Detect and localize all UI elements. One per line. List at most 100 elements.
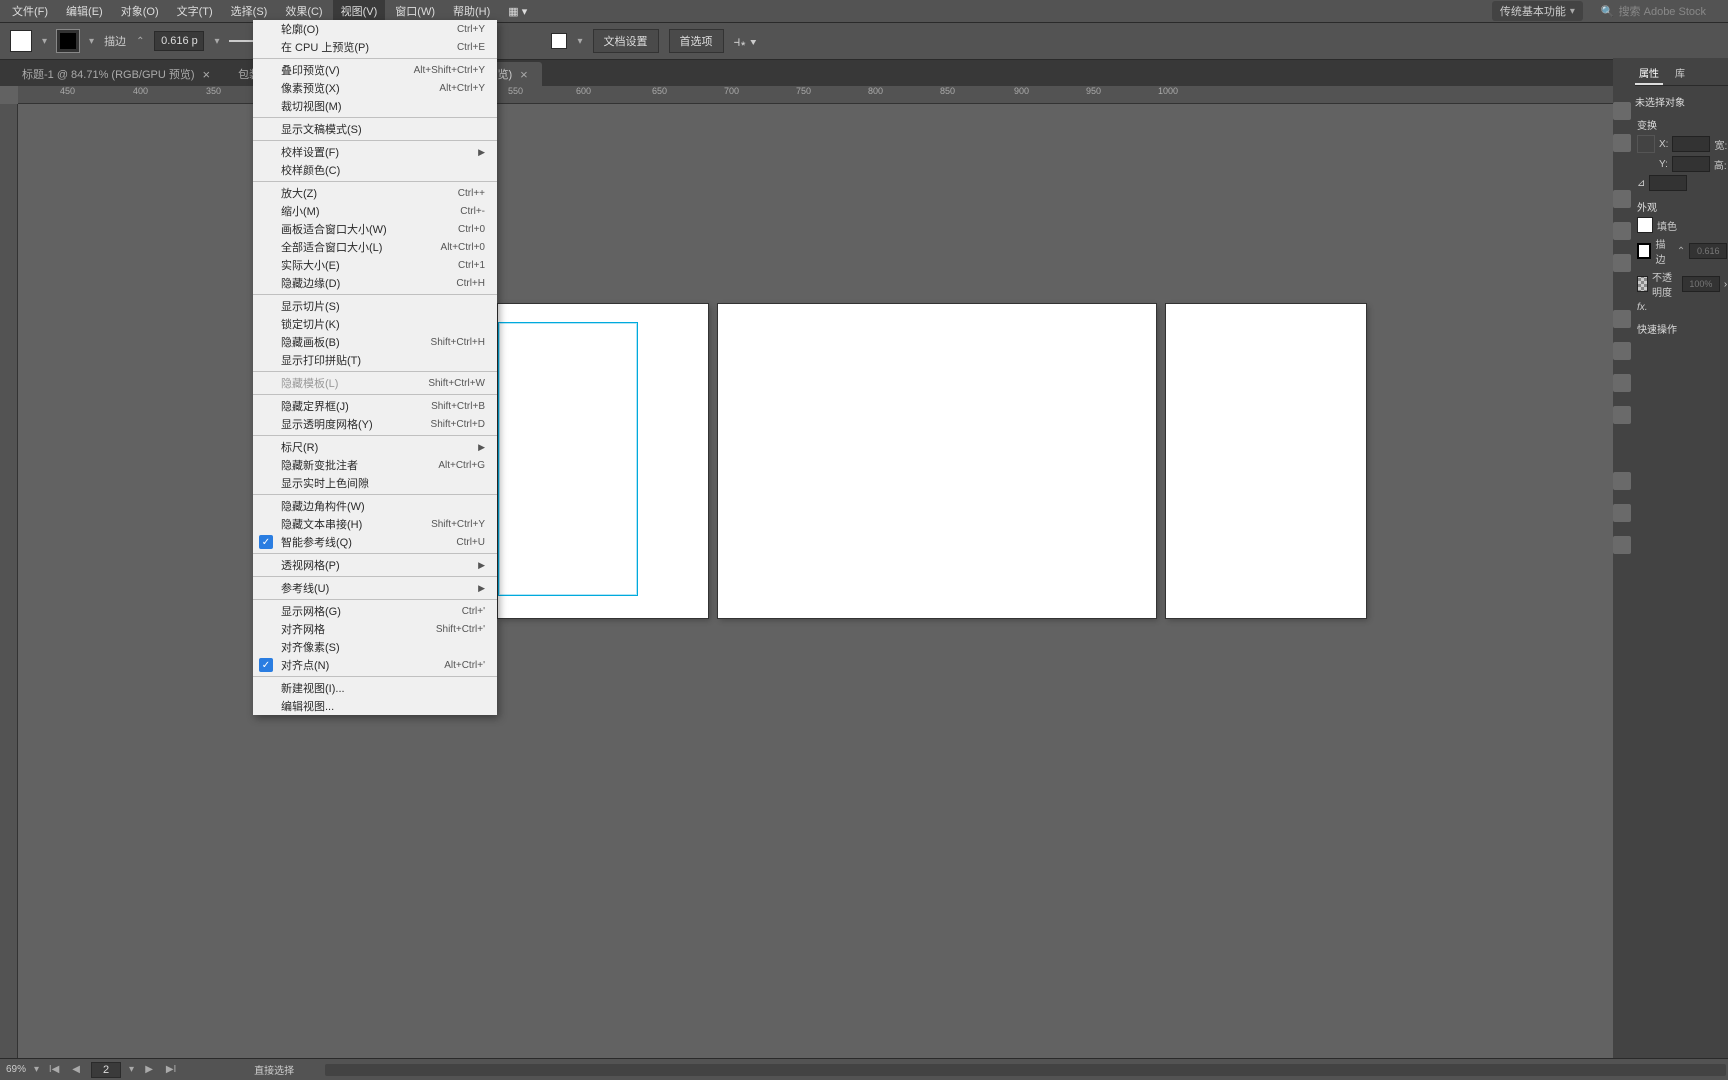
view-menu-item[interactable]: 编辑视图... xyxy=(253,697,497,715)
prev-artboard-button[interactable]: ◀ xyxy=(69,1064,83,1075)
fill-swatch[interactable] xyxy=(10,30,32,52)
fill-label: 填色 xyxy=(1657,218,1677,233)
reference-point-icon[interactable] xyxy=(1637,135,1655,153)
dock-icon-strip xyxy=(1613,58,1631,1058)
close-icon[interactable]: × xyxy=(520,67,528,82)
view-menu-item[interactable]: 参考线(U)▶ xyxy=(253,579,497,597)
view-menu-item[interactable]: 显示透明度网格(Y)Shift+Ctrl+D xyxy=(253,415,497,433)
view-menu-item[interactable]: 在 CPU 上预览(P)Ctrl+E xyxy=(253,38,497,56)
view-menu-item[interactable]: 隐藏模板(L)Shift+Ctrl+W xyxy=(253,374,497,392)
doc-setup-button[interactable]: 文档设置 xyxy=(593,29,659,53)
last-artboard-button[interactable]: ▶I xyxy=(164,1064,178,1075)
artboards-panel-icon[interactable] xyxy=(1613,536,1631,554)
x-input[interactable] xyxy=(1672,136,1710,152)
menu-select[interactable]: 选择(S) xyxy=(223,0,276,22)
tab-properties[interactable]: 属性 xyxy=(1635,62,1663,85)
selection-box[interactable] xyxy=(498,322,638,596)
appearance-panel-icon[interactable] xyxy=(1613,342,1631,360)
status-bar: 69%▾ I◀ ◀ ▾ ▶ ▶I 直接选择 ◀ xyxy=(0,1058,1728,1080)
stock-search[interactable]: 🔍 搜索 Adobe Stock xyxy=(1593,1,1714,21)
view-menu-item[interactable]: 透视网格(P)▶ xyxy=(253,556,497,574)
color-panel-icon[interactable] xyxy=(1613,102,1631,120)
view-menu-item[interactable]: 校样设置(F)▶ xyxy=(253,143,497,161)
fill-mini-swatch[interactable] xyxy=(1637,217,1653,233)
view-menu-item[interactable]: 显示打印拼贴(T) xyxy=(253,351,497,369)
align-icon[interactable]: ⫞⁎ ▾ xyxy=(734,33,757,50)
stroke-weight-input[interactable] xyxy=(154,31,204,51)
view-menu-item[interactable]: 显示切片(S) xyxy=(253,297,497,315)
view-menu-item[interactable]: 隐藏画板(B)Shift+Ctrl+H xyxy=(253,333,497,351)
view-menu-item[interactable]: 新建视图(I)... xyxy=(253,679,497,697)
zoom-level[interactable]: 69% xyxy=(6,1064,26,1075)
workspace-switcher[interactable]: 传统基本功能 ▾ xyxy=(1492,1,1583,21)
view-menu-item[interactable]: 隐藏文本串接(H)Shift+Ctrl+Y xyxy=(253,515,497,533)
view-menu-item[interactable]: 缩小(M)Ctrl+- xyxy=(253,202,497,220)
stroke-mini-swatch[interactable] xyxy=(1637,243,1651,259)
angle-input[interactable] xyxy=(1649,175,1687,191)
tab-libraries[interactable]: 库 xyxy=(1671,62,1689,85)
view-menu-item[interactable]: 放大(Z)Ctrl++ xyxy=(253,184,497,202)
graphic-styles-panel-icon[interactable] xyxy=(1613,374,1631,392)
view-menu-item[interactable]: 实际大小(E)Ctrl+1 xyxy=(253,256,497,274)
stroke-panel-icon[interactable] xyxy=(1613,190,1631,208)
y-input[interactable] xyxy=(1672,156,1710,172)
ruler-tick: 700 xyxy=(724,86,739,96)
view-menu-item[interactable]: 对齐网格Shift+Ctrl+' xyxy=(253,620,497,638)
menu-window[interactable]: 窗口(W) xyxy=(387,0,443,22)
first-artboard-button[interactable]: I◀ xyxy=(47,1064,61,1075)
transform-section-label: 变换 xyxy=(1637,117,1727,132)
view-menu-item[interactable]: 像素预览(X)Alt+Ctrl+Y xyxy=(253,79,497,97)
layers-panel-icon[interactable] xyxy=(1613,310,1631,328)
opacity-swatch[interactable] xyxy=(551,33,567,49)
opacity-label: 不透明度 xyxy=(1652,269,1678,299)
view-menu-item[interactable]: 显示网格(G)Ctrl+' xyxy=(253,602,497,620)
menu-edit[interactable]: 编辑(E) xyxy=(58,0,111,22)
view-menu-item[interactable]: 叠印预览(V)Alt+Shift+Ctrl+Y xyxy=(253,61,497,79)
asset-panel-icon[interactable] xyxy=(1613,504,1631,522)
swatches-panel-icon[interactable] xyxy=(1613,472,1631,490)
current-tool-label: 直接选择 xyxy=(254,1062,294,1077)
view-menu-item[interactable]: ✓智能参考线(Q)Ctrl+U xyxy=(253,533,497,551)
horizontal-scrollbar[interactable] xyxy=(325,1064,1726,1076)
view-menu-item[interactable]: 隐藏边角构件(W) xyxy=(253,497,497,515)
symbols-panel-icon[interactable] xyxy=(1613,254,1631,272)
view-menu-item[interactable]: 校样颜色(C) xyxy=(253,161,497,179)
properties-panel: 属性 库 未选择对象 变换 X: 宽: Y: 高: ⊿ 外观 填色 描边⌃ 不透 xyxy=(1631,58,1728,1058)
document-tab-1[interactable]: 标题-1 @ 84.71% (RGB/GPU 预览)× xyxy=(8,62,224,86)
view-menu-item[interactable]: ✓对齐点(N)Alt+Ctrl+' xyxy=(253,656,497,674)
view-menu-item[interactable]: 对齐像素(S) xyxy=(253,638,497,656)
view-menu-item[interactable]: 隐藏边缘(D)Ctrl+H xyxy=(253,274,497,292)
menu-view[interactable]: 视图(V) xyxy=(333,0,386,22)
menu-effect[interactable]: 效果(C) xyxy=(277,0,330,22)
view-menu-item[interactable]: 隐藏定界框(J)Shift+Ctrl+B xyxy=(253,397,497,415)
view-menu-item[interactable]: 裁切视图(M) xyxy=(253,97,497,115)
fx-button[interactable]: fx. xyxy=(1637,302,1648,313)
transparency-panel-icon[interactable] xyxy=(1613,406,1631,424)
view-menu-item[interactable]: 轮廓(O)Ctrl+Y xyxy=(253,20,497,38)
menu-object[interactable]: 对象(O) xyxy=(113,0,167,22)
artboard-3[interactable] xyxy=(1166,304,1366,618)
brushes-panel-icon[interactable] xyxy=(1613,222,1631,240)
stroke-weight-mini[interactable] xyxy=(1689,243,1727,259)
menu-type[interactable]: 文字(T) xyxy=(169,0,221,22)
stroke-swatch[interactable] xyxy=(57,30,79,52)
artboard-2[interactable] xyxy=(718,304,1156,618)
view-menu-item[interactable]: 全部适合窗口大小(L)Alt+Ctrl+0 xyxy=(253,238,497,256)
view-menu-item[interactable]: 画板适合窗口大小(W)Ctrl+0 xyxy=(253,220,497,238)
next-artboard-button[interactable]: ▶ xyxy=(142,1064,156,1075)
prefs-button[interactable]: 首选项 xyxy=(669,29,724,53)
gradient-panel-icon[interactable] xyxy=(1613,134,1631,152)
menu-help[interactable]: 帮助(H) xyxy=(445,0,498,22)
view-menu-item[interactable]: 显示文稿模式(S) xyxy=(253,120,497,138)
opacity-input[interactable] xyxy=(1682,276,1720,292)
view-menu-item[interactable]: 隐藏新变批注者Alt+Ctrl+G xyxy=(253,456,497,474)
vertical-ruler[interactable] xyxy=(0,104,18,1058)
opacity-mini-swatch[interactable] xyxy=(1637,276,1648,292)
menu-file[interactable]: 文件(F) xyxy=(4,0,56,22)
close-icon[interactable]: × xyxy=(203,67,211,82)
view-menu-item[interactable]: 标尺(R)▶ xyxy=(253,438,497,456)
view-menu-item[interactable]: 显示实时上色间隙 xyxy=(253,474,497,492)
arrange-docs-icon[interactable]: ▦ ▾ xyxy=(500,2,535,21)
artboard-number-input[interactable] xyxy=(91,1062,121,1078)
view-menu-item[interactable]: 锁定切片(K) xyxy=(253,315,497,333)
